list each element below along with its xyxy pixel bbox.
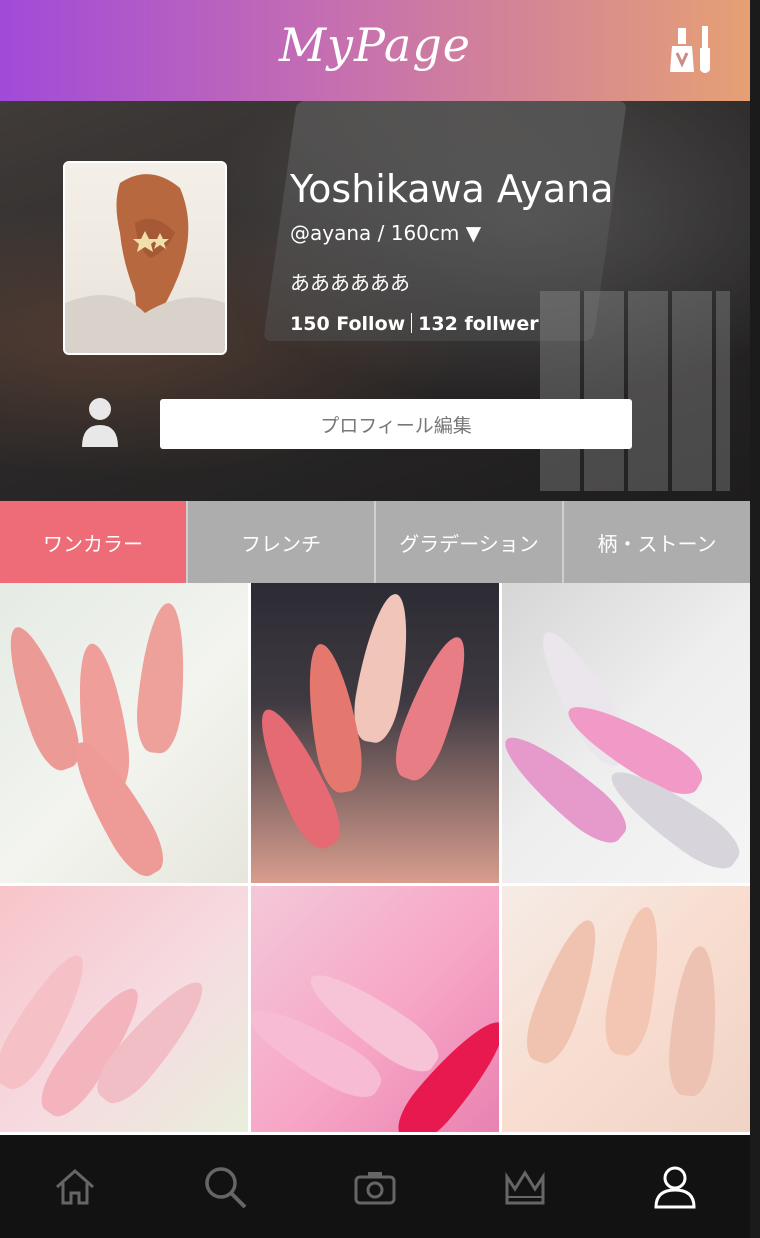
nav-search[interactable] [150, 1135, 300, 1238]
follower-count[interactable]: 132 follwer [418, 313, 538, 335]
user-name: Yoshikawa Ayana [290, 167, 614, 211]
nav-mypage[interactable] [600, 1135, 750, 1238]
page-title: MyPage [278, 18, 472, 72]
home-icon [56, 1168, 94, 1204]
follow-count[interactable]: 150 Follow [290, 313, 405, 335]
camera-icon [354, 1171, 396, 1204]
nav-ranking[interactable] [450, 1135, 600, 1238]
search-icon [205, 1166, 247, 1208]
right-edge-strip [750, 0, 760, 1238]
follow-stats: 150 Follow 132 follwer [290, 313, 539, 335]
stats-divider [411, 313, 413, 333]
nav-camera[interactable] [300, 1135, 450, 1238]
tab-pattern-stone[interactable]: 柄・ストーン [562, 501, 750, 583]
profile-section: Yoshikawa Ayana @ayana / 160cm ▼ ああああああ … [0, 101, 750, 501]
bottom-nav [0, 1135, 750, 1238]
app-header: MyPage [0, 0, 750, 101]
category-tabs: ワンカラー フレンチ グラデーション 柄・ストーン [0, 501, 750, 583]
nail-polish-icon[interactable] [664, 24, 720, 80]
nail-photo[interactable] [502, 886, 750, 1132]
user-icon [654, 1166, 696, 1208]
nail-photo[interactable] [0, 886, 248, 1132]
tab-french[interactable]: フレンチ [186, 501, 374, 583]
nav-home[interactable] [0, 1135, 150, 1238]
avatar[interactable] [63, 161, 227, 355]
edit-profile-button[interactable]: プロフィール編集 [160, 399, 632, 449]
user-bio: ああああああ [290, 271, 410, 295]
tab-one-color[interactable]: ワンカラー [0, 501, 186, 583]
nail-photo[interactable] [251, 583, 499, 883]
user-handle-height[interactable]: @ayana / 160cm ▼ [290, 221, 481, 245]
nail-photo[interactable] [502, 583, 750, 883]
person-icon [80, 397, 120, 449]
nail-photo[interactable] [251, 886, 499, 1132]
nail-photo-grid [0, 583, 750, 1135]
crown-icon [505, 1169, 545, 1204]
tab-gradation[interactable]: グラデーション [374, 501, 562, 583]
nail-photo[interactable] [0, 583, 248, 883]
